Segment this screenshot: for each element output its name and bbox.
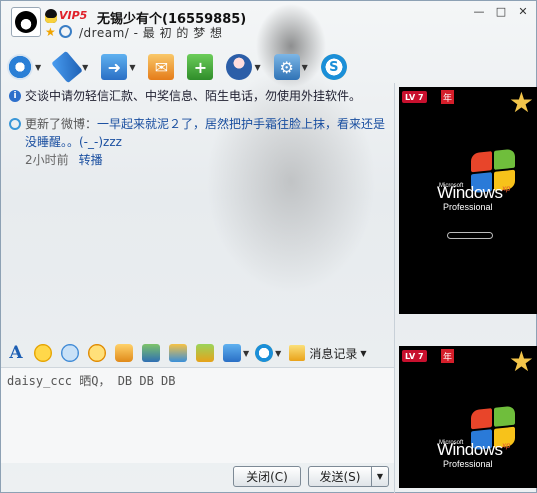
avatar[interactable] [11,7,41,37]
chevron-down-icon[interactable]: ▼ [129,63,135,72]
chevron-down-icon: ▼ [360,348,367,358]
close-button[interactable]: 关闭(C) [233,466,301,487]
forward-link[interactable]: 转播 [79,153,103,167]
xp-text: xp [502,184,511,193]
professional-text: Professional [443,202,493,212]
chevron-down-icon[interactable]: ▼ [35,63,41,72]
ad-panel-top[interactable]: LV 7 年 ★ Microsoft Windows xp Profession… [399,87,537,314]
chevron-down-icon[interactable]: ▼ [275,349,281,358]
security-notice: i 交谈中请勿轻信汇款、中奖信息、陌生电话，勿使用外挂软件。 [9,87,394,105]
security-notice-text: 交谈中请勿轻信汇款、中奖信息、陌生电话，勿使用外挂软件。 [25,89,362,103]
close-window-button[interactable]: ✕ [512,3,534,19]
settings-button[interactable]: ⚙ ▼ [273,54,308,80]
video-camera-icon [7,54,33,80]
shake-window-icon[interactable] [88,344,106,362]
send-file-icon: ➜ [101,54,128,80]
level-badge: LV 7 [402,350,427,362]
history-icon [289,345,306,361]
magic-emoticon-icon[interactable] [61,344,79,362]
message-input-text: daisy_ccc 晒Q， DB DB DB [7,374,176,388]
boot-progress-bar [447,232,493,239]
music-icon[interactable] [169,344,187,362]
settings-icon: ⚙ [273,54,300,80]
main-toolbar: ▼ ▼ ➜ ▼ ✉ + ▼ ⚙ ▼ S [7,50,360,84]
year-badge: 年 [441,90,454,104]
chevron-down-icon[interactable]: ▼ [243,349,249,358]
contact-signature: /dream/ - 最 初 的 梦 想 [79,26,223,40]
weibo-meta: 2小时前 转播 [25,151,394,169]
scribble-icon[interactable] [115,344,133,362]
weibo-time: 2小时前 [25,153,69,167]
weibo-prefix: 更新了微博： [25,117,98,131]
soso-icon: S [320,54,347,80]
screenshot-icon[interactable] [223,344,241,362]
maximize-button[interactable]: □ [490,3,512,19]
chevron-down-icon[interactable]: ▼ [254,63,260,72]
email-icon: ✉ [148,54,175,80]
weibo-update: 更新了微博：一早起来就泥２了，居然把护手霜往脸上抹，看来还是没睡醒。。(-_-)… [9,115,394,169]
avatar-image [15,11,37,33]
chevron-down-icon[interactable]: ▼ [82,63,88,72]
professional-text: Professional [443,459,493,469]
microphone-icon [51,50,83,84]
send-button[interactable]: 发送(S) [308,466,372,487]
vip-badge[interactable]: VIP5 [59,9,87,22]
weibo-icon [9,118,21,130]
app-add-icon: + [187,54,214,80]
voice-call-button[interactable]: ▼ [51,50,88,84]
video-call-button[interactable]: ▼ [7,54,41,80]
windows-text: Windows [437,183,503,202]
send-image-icon[interactable] [142,344,160,362]
message-history-button[interactable]: 消息记录 ▼ [289,345,366,362]
title-bar[interactable]: VIP5 无锡少有个(16559885) ★ /dream/ - 最 初 的 梦… [1,1,537,51]
send-options-button[interactable]: ▼ [371,466,389,487]
contact-info-button[interactable]: ▼ [226,54,261,80]
star-icon: ★ [508,87,534,119]
app-add-button[interactable]: + [187,54,214,80]
soso-search-icon[interactable] [255,344,274,362]
input-toolbar: A ▼ ▼ 消息记录 ▼ [1,340,394,366]
history-label: 消息记录 [309,346,358,361]
window-controls: — □ ✕ [468,3,534,19]
year-badge: 年 [441,349,454,363]
xp-text: xp [502,441,511,450]
level-badge: LV 7 [402,91,427,103]
email-button[interactable]: ✉ [148,54,175,80]
send-file-button[interactable]: ➜ ▼ [101,54,135,80]
message-input[interactable]: daisy_ccc 晒Q， DB DB DB [1,367,394,463]
chat-window: VIP5 无锡少有个(16559885) ★ /dream/ - 最 初 的 梦… [0,0,537,493]
ad-panel-bottom[interactable]: LV 7 年 ★ Microsoft Windows xp Profession… [399,346,537,488]
star-icon: ★ [508,346,534,378]
qq-penguin-icon [45,9,57,23]
minimize-button[interactable]: — [468,3,490,19]
chevron-down-icon[interactable]: ▼ [302,63,308,72]
status-search-icon [59,25,72,38]
contact-info-icon [226,54,253,80]
font-icon[interactable]: A [7,343,25,363]
message-area: i 交谈中请勿轻信汇款、中奖信息、陌生电话，勿使用外挂软件。 更新了微博：一早起… [9,87,394,169]
soso-button[interactable]: S [320,54,347,80]
status-star-icon: ★ [45,25,56,39]
panel-divider [394,83,395,493]
emoticon-icon[interactable] [34,344,52,362]
gift-icon[interactable] [196,344,214,362]
windows-text: Windows [437,440,503,459]
info-icon: i [9,90,21,102]
